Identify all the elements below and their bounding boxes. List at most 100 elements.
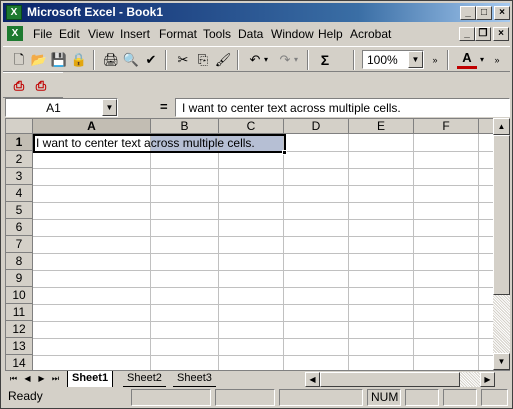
sheet-tab-sheet1[interactable]: Sheet1: [67, 371, 114, 387]
last-sheet-icon[interactable]: ⏭: [49, 372, 62, 386]
row-header[interactable]: 4: [6, 185, 33, 202]
row-header[interactable]: 14: [6, 355, 33, 370]
new-icon[interactable]: 🗋: [9, 51, 29, 69]
chevron-down-icon[interactable]: ▼: [408, 51, 423, 68]
row-header[interactable]: 3: [6, 168, 33, 185]
doc-close-button[interactable]: ×: [493, 27, 509, 41]
selection-border: [33, 134, 286, 153]
pdf-email-icon[interactable]: ⎙: [31, 77, 51, 95]
formula-bar: A1 ▼ = I want to center text across mult…: [3, 97, 510, 118]
print-preview-icon[interactable]: 🔍: [121, 51, 141, 69]
toolbar-options-icon[interactable]: »: [429, 51, 441, 69]
print-icon[interactable]: 🖨: [101, 51, 121, 69]
menu-file[interactable]: File: [33, 27, 52, 41]
excel-app-icon[interactable]: X: [6, 5, 22, 20]
title-bar[interactable]: X Microsoft Excel - Book1 _ □ ×: [3, 3, 510, 22]
toolbar-separator: [447, 50, 449, 70]
spreadsheet-grid[interactable]: A B C D E F 1 2 3 4 5 6 7 8 9 10 11 12 1…: [5, 118, 493, 370]
copy-icon[interactable]: ⎘: [193, 51, 213, 69]
maximize-button[interactable]: □: [476, 6, 492, 20]
horizontal-scroll-thumb[interactable]: [320, 372, 460, 387]
permission-icon[interactable]: 🔒: [69, 51, 89, 69]
toolbar-separator: [237, 50, 239, 70]
gridline: [283, 134, 284, 370]
row-header[interactable]: 5: [6, 202, 33, 219]
zoom-select[interactable]: 100% ▼: [362, 50, 424, 69]
toolbar-options-icon[interactable]: »: [491, 51, 503, 69]
vertical-scroll-thumb[interactable]: [493, 135, 510, 295]
row-header[interactable]: 13: [6, 338, 33, 355]
menu-acrobat[interactable]: Acrobat: [350, 27, 391, 41]
column-header-b[interactable]: B: [151, 119, 219, 134]
menu-format[interactable]: Format: [159, 27, 197, 41]
scroll-down-icon[interactable]: ▼: [493, 353, 510, 370]
vertical-scrollbar[interactable]: ▲ ▼: [493, 118, 510, 370]
select-all-corner[interactable]: [6, 119, 33, 134]
cut-icon[interactable]: ✂: [173, 51, 193, 69]
gridline: [33, 304, 493, 305]
window-title: Microsoft Excel - Book1: [27, 5, 164, 19]
row-header[interactable]: 11: [6, 304, 33, 321]
doc-restore-button[interactable]: ❐: [475, 27, 491, 41]
sheet-tab-bar: ⏮ ◀ ▶ ⏭ Sheet1 Sheet2 Sheet3 ◀ ▶: [5, 370, 510, 387]
row-header[interactable]: 7: [6, 236, 33, 253]
pdf-convert-icon[interactable]: ⎙: [9, 77, 29, 95]
minimize-button[interactable]: _: [460, 6, 476, 20]
formula-input[interactable]: I want to center text across multiple ce…: [175, 98, 510, 117]
open-icon[interactable]: 📂: [29, 51, 49, 69]
menu-tools[interactable]: Tools: [203, 27, 231, 41]
column-header-a[interactable]: A: [33, 119, 151, 134]
font-color-dropdown-icon[interactable]: ▾: [477, 51, 487, 69]
undo-dropdown-icon[interactable]: ▾: [261, 51, 271, 69]
column-header-e[interactable]: E: [349, 119, 414, 134]
column-header-c[interactable]: C: [219, 119, 284, 134]
zoom-value: 100%: [367, 53, 398, 67]
column-header-f[interactable]: F: [414, 119, 479, 134]
column-header-g[interactable]: [479, 119, 493, 134]
menu-data[interactable]: Data: [238, 27, 263, 41]
resize-grip[interactable]: [481, 389, 508, 406]
fill-handle[interactable]: [282, 150, 287, 155]
format-painter-icon[interactable]: 🖌: [213, 51, 233, 69]
row-header[interactable]: 9: [6, 270, 33, 287]
status-panel: [279, 389, 363, 406]
spelling-icon[interactable]: ✔: [141, 51, 161, 69]
row-header[interactable]: 12: [6, 321, 33, 338]
workbook-icon[interactable]: X: [7, 26, 23, 41]
row-header[interactable]: 6: [6, 219, 33, 236]
row-header[interactable]: 8: [6, 253, 33, 270]
row-header[interactable]: 10: [6, 287, 33, 304]
gridline: [33, 202, 493, 203]
toolbar-separator: [307, 50, 309, 70]
close-button[interactable]: ×: [494, 6, 510, 20]
save-icon[interactable]: 💾: [49, 51, 69, 69]
chevron-down-icon[interactable]: ▼: [102, 99, 117, 116]
first-sheet-icon[interactable]: ⏮: [7, 372, 20, 386]
menu-help[interactable]: Help: [318, 27, 343, 41]
horizontal-scrollbar[interactable]: ◀ ▶: [305, 372, 495, 387]
gridline: [478, 134, 479, 370]
next-sheet-icon[interactable]: ▶: [35, 372, 48, 386]
sheet-tab-sheet2[interactable]: Sheet2: [123, 371, 166, 387]
column-header-d[interactable]: D: [284, 119, 349, 134]
acrobat-toolbar: ⎙ ⎙: [3, 72, 63, 98]
status-panel: [443, 389, 477, 406]
doc-minimize-button[interactable]: _: [459, 27, 475, 41]
scroll-right-icon[interactable]: ▶: [480, 372, 495, 387]
gridline: [150, 134, 151, 370]
equals-icon[interactable]: =: [160, 99, 168, 114]
scroll-left-icon[interactable]: ◀: [305, 372, 320, 387]
menu-insert[interactable]: Insert: [120, 27, 150, 41]
sheet-tab-sheet3[interactable]: Sheet3: [173, 371, 216, 387]
prev-sheet-icon[interactable]: ◀: [21, 372, 34, 386]
font-color-icon[interactable]: A: [457, 51, 477, 69]
scroll-up-icon[interactable]: ▲: [493, 118, 510, 135]
name-box[interactable]: A1 ▼: [5, 98, 118, 117]
row-header[interactable]: 1: [6, 134, 33, 151]
menu-window[interactable]: Window: [271, 27, 314, 41]
menu-edit[interactable]: Edit: [59, 27, 80, 41]
menu-view[interactable]: View: [88, 27, 114, 41]
redo-dropdown-icon[interactable]: ▾: [291, 51, 301, 69]
row-header[interactable]: 2: [6, 151, 33, 168]
autosum-icon[interactable]: Σ: [315, 51, 335, 69]
